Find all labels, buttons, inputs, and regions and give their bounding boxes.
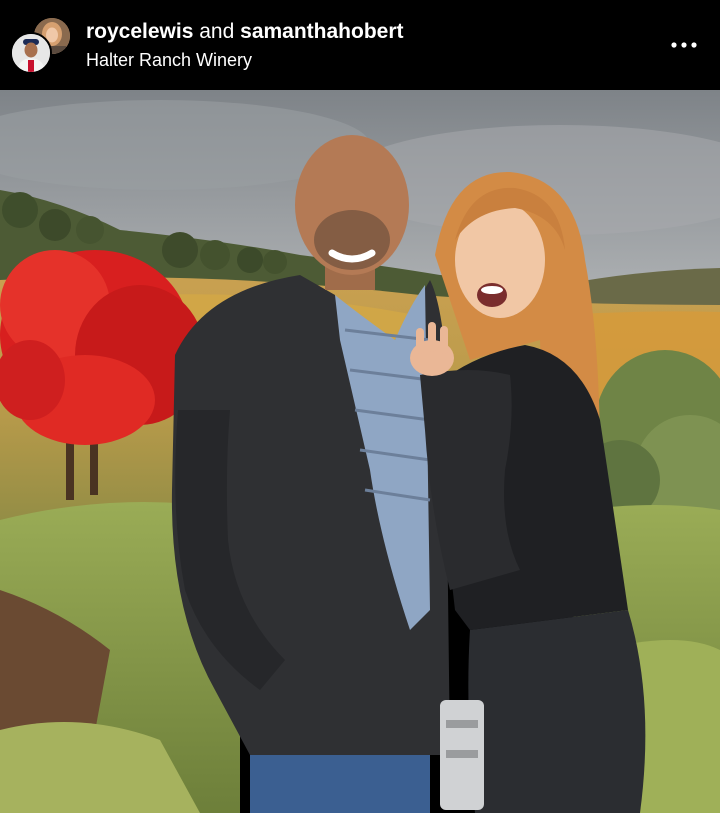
post-photo[interactable] xyxy=(0,90,720,813)
collab-avatars[interactable] xyxy=(10,14,72,76)
couple-photo-illustration xyxy=(0,90,720,813)
post-authors: roycelewis and samanthahobert xyxy=(86,20,404,44)
avatar-roycelewis[interactable] xyxy=(10,32,52,74)
more-options-button[interactable] xyxy=(664,32,704,58)
instagram-post: roycelewis and samanthahobert Halter Ran… xyxy=(0,0,720,813)
avatar-portrait-icon xyxy=(12,34,50,72)
post-header: roycelewis and samanthahobert Halter Ran… xyxy=(0,0,720,90)
more-horizontal-icon xyxy=(671,42,697,48)
post-location[interactable]: Halter Ranch Winery xyxy=(86,50,252,70)
username-samanthahobert[interactable]: samanthahobert xyxy=(240,20,403,43)
author-joiner: and xyxy=(199,20,235,43)
username-roycelewis[interactable]: roycelewis xyxy=(86,20,193,43)
